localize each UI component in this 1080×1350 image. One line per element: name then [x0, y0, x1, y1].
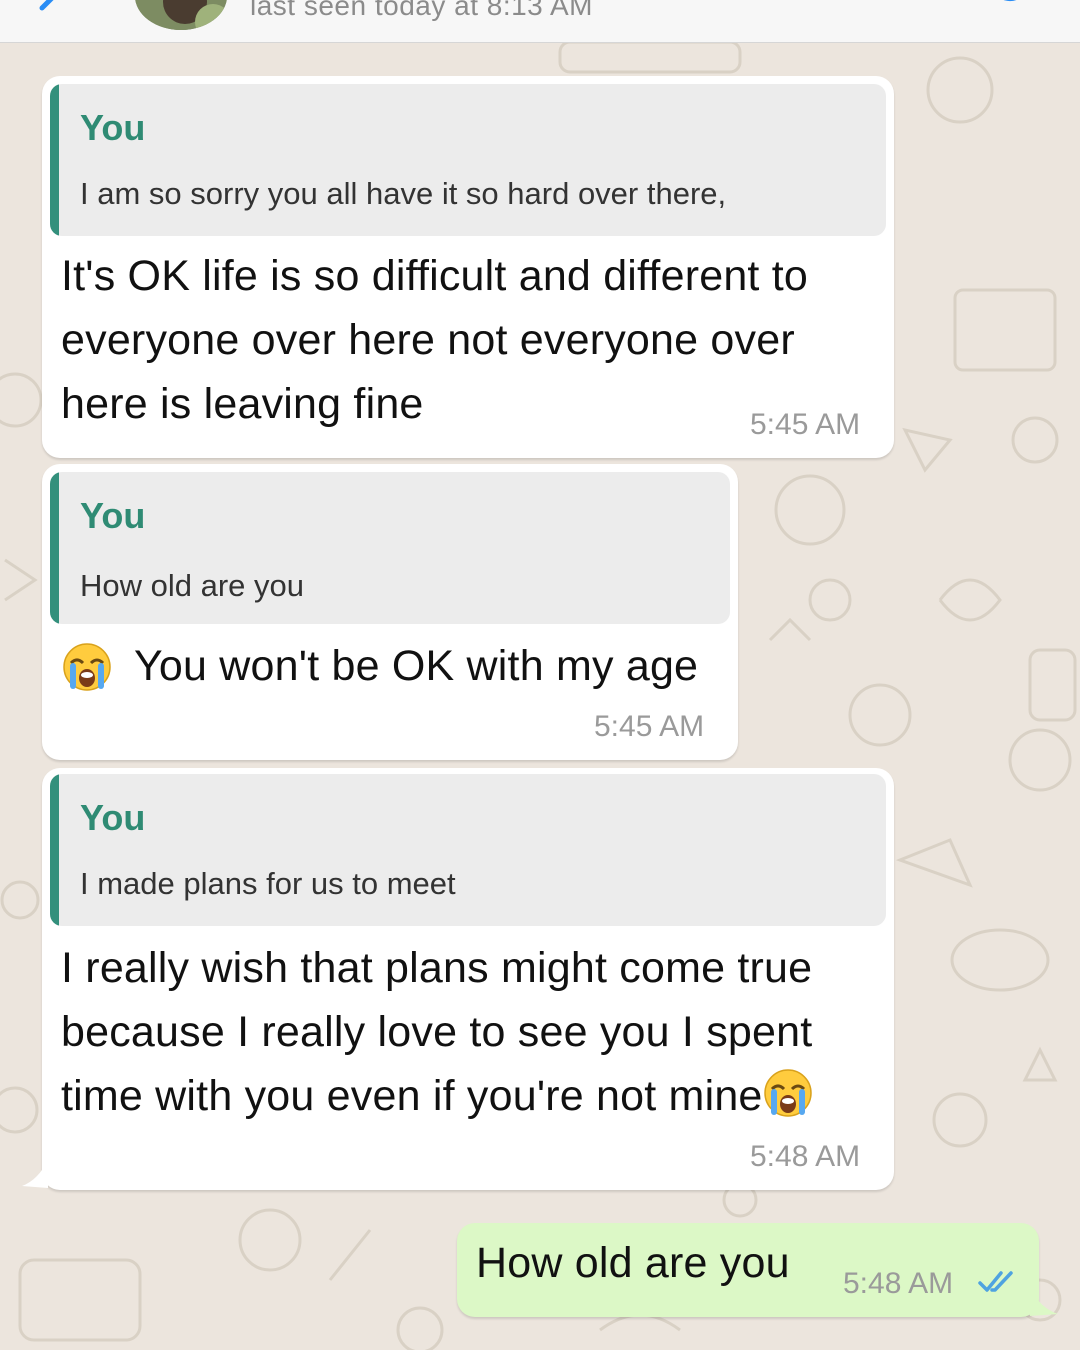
bubble-tail — [1030, 1288, 1058, 1316]
quote-author: You — [80, 495, 146, 536]
video-call-icon[interactable] — [838, 0, 878, 6]
message-line: time with you even if you're not mine — [61, 1064, 881, 1128]
message-line: It's OK life is so difficult and differe… — [61, 252, 808, 300]
message-line: everyone over here not everyone over — [61, 316, 795, 364]
contact-avatar[interactable] — [135, 0, 227, 30]
message-time: 5:48 AM — [843, 1267, 954, 1300]
quote-author: You — [80, 797, 146, 838]
quote-author: You — [80, 107, 146, 148]
message-body: How old are you — [476, 1239, 790, 1287]
message-body: You won't be OK with my age — [134, 642, 699, 690]
last-seen-status: last seen today at 8:13 AM — [250, 0, 593, 21]
incoming-message[interactable]: You How old are you You won't be OK with… — [42, 464, 738, 760]
quoted-reply[interactable]: You I am so sorry you all have it so har… — [50, 84, 886, 236]
message-line-text: time with you even if you're not mine — [61, 1072, 763, 1120]
message-time: 5:45 AM — [594, 710, 705, 743]
crying-face-icon — [63, 643, 111, 691]
quoted-reply[interactable]: You How old are you — [50, 472, 730, 624]
double-check-icon — [978, 1271, 1013, 1292]
voice-call-icon[interactable] — [985, 0, 1025, 6]
message-time: 5:48 AM — [750, 1140, 861, 1173]
message-line: I really wish that plans might come true — [61, 944, 813, 992]
crying-face-icon — [763, 1069, 812, 1117]
incoming-message[interactable]: You I am so sorry you all have it so har… — [42, 76, 894, 458]
message-time: 5:45 AM — [750, 408, 861, 441]
bubble-tail — [22, 1160, 48, 1188]
quote-text: I am so sorry you all have it so hard ov… — [80, 176, 727, 211]
quote-text: I made plans for us to meet — [80, 866, 456, 901]
incoming-message[interactable]: You I made plans for us to meet I really… — [42, 768, 894, 1190]
message-body: I really wish that plans might come true… — [61, 936, 881, 1128]
chat-header: last seen today at 8:13 AM — [0, 0, 1080, 43]
quote-text: How old are you — [80, 568, 305, 603]
message-line: because I really love to see you I spent — [61, 1008, 813, 1056]
quoted-reply[interactable]: You I made plans for us to meet — [50, 774, 886, 926]
back-arrow-icon[interactable] — [30, 0, 70, 28]
outgoing-message[interactable]: How old are you 5:48 AM — [457, 1223, 1039, 1317]
